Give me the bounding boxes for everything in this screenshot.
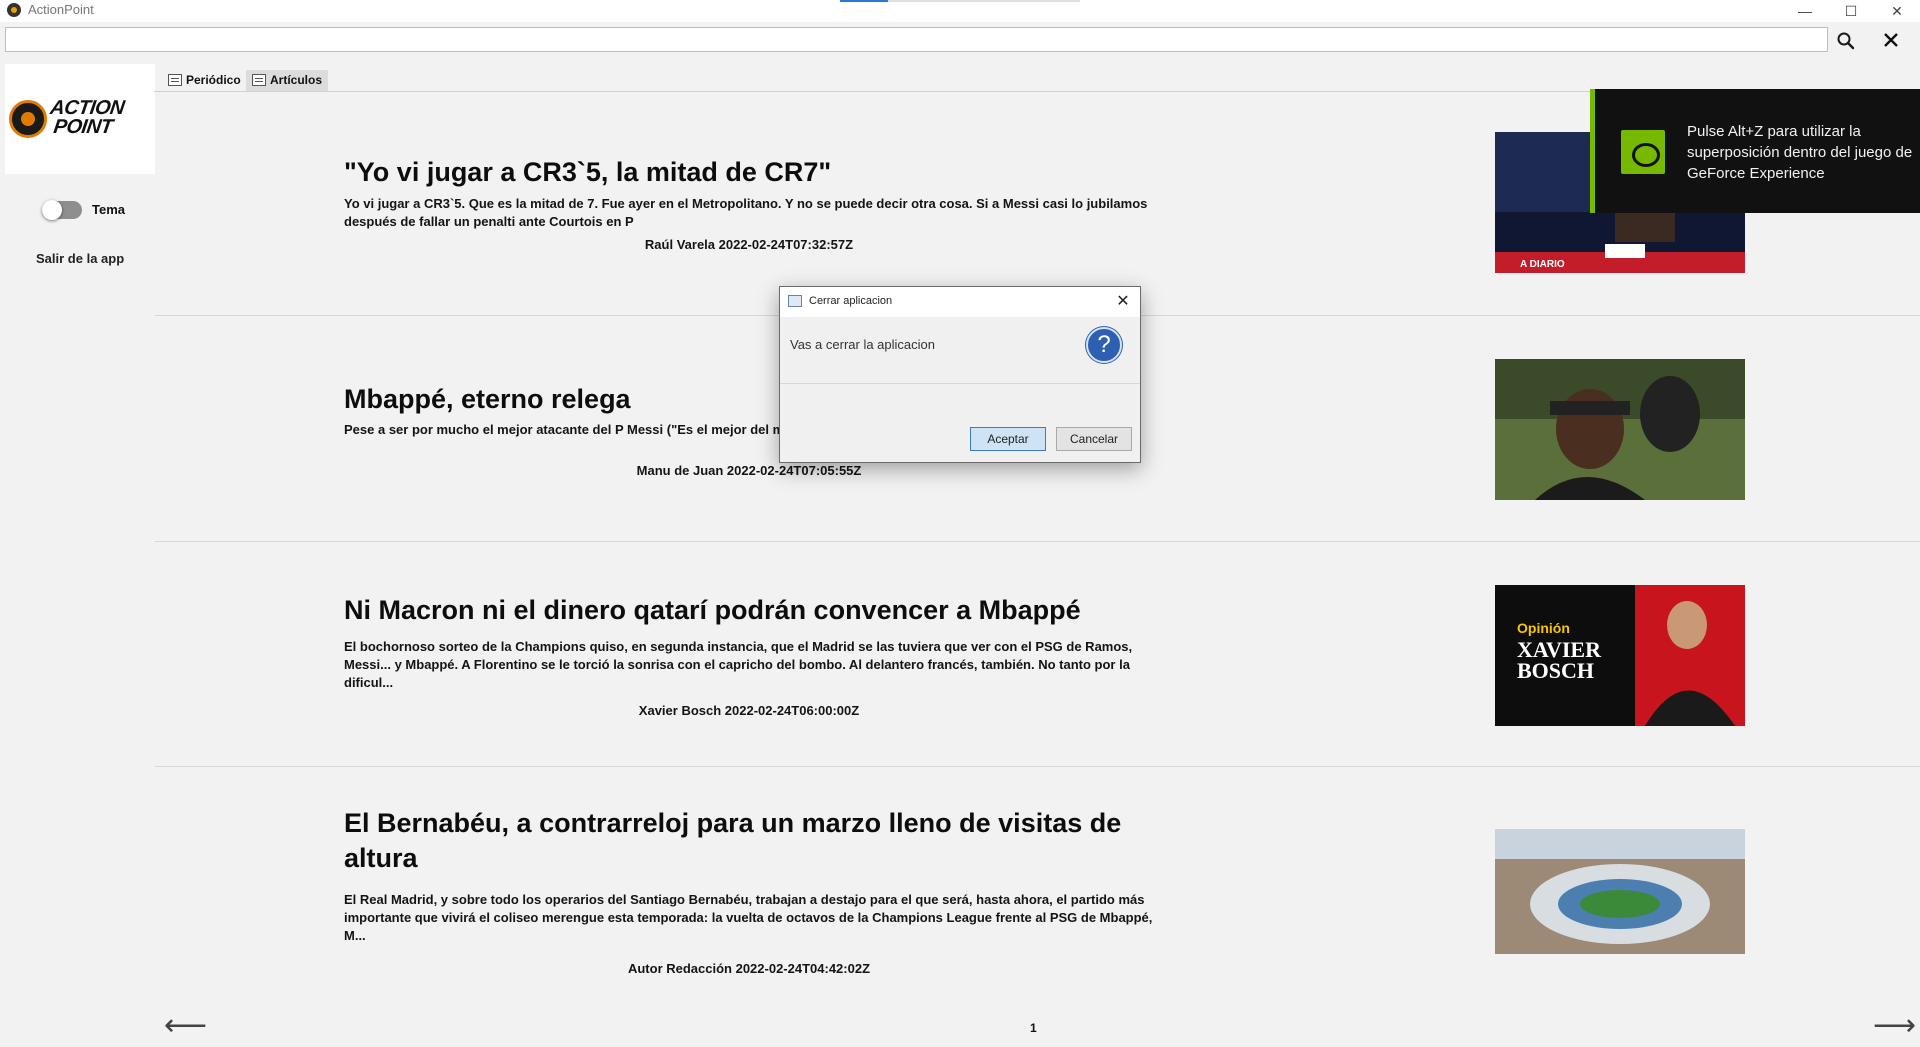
logo-text: ACTION POINT (46, 97, 126, 138)
exit-app-button[interactable]: Salir de la app (36, 251, 124, 266)
logo-ball-icon (9, 100, 47, 138)
prev-page-button[interactable]: ⟵ (164, 1011, 207, 1041)
article-divider (155, 766, 1920, 767)
dialog-titlebar: Cerrar aplicacion ✕ (780, 287, 1140, 317)
article-title[interactable]: El Bernabéu, a contrarreloj para un marz… (344, 806, 1124, 876)
logo-line2: POINT (52, 116, 114, 138)
article-meta: Manu de Juan 2022-02-24T07:05:55Z (636, 463, 862, 478)
article-title[interactable]: Ni Macron ni el dinero qatarí podrán con… (344, 593, 1124, 628)
article-summary: El Real Madrid, y sobre todo los operari… (344, 892, 1153, 943)
opinion-banner-image: Opinión XAVIER BOSCH (1495, 585, 1745, 726)
maximize-button[interactable]: ☐ (1828, 0, 1874, 22)
stadium-aerial-image (1495, 829, 1745, 954)
dialog-message: Vas a cerrar la aplicacion (790, 337, 935, 352)
theme-toggle[interactable] (42, 200, 82, 220)
search-icon (1837, 32, 1855, 50)
next-page-button[interactable]: ⟶ (1873, 1011, 1916, 1041)
article-title[interactable]: "Yo vi jugar a CR3`5, la mitad de CR7" (344, 155, 1124, 190)
article-summary: El bochornoso sorteo de la Champions qui… (344, 639, 1133, 690)
article-thumbnail[interactable] (1495, 359, 1745, 500)
accept-button[interactable]: Aceptar (970, 427, 1046, 451)
article-icon (252, 74, 266, 86)
cancel-button[interactable]: Cancelar (1056, 427, 1132, 451)
app-logo: ACTION POINT (5, 64, 155, 174)
dialog-separator (780, 383, 1140, 384)
theme-label: Tema (92, 202, 125, 217)
minimize-button[interactable]: — (1782, 0, 1828, 22)
article-meta: Raúl Varela 2022-02-24T07:32:57Z (644, 237, 854, 252)
article-thumbnail[interactable] (1495, 829, 1745, 954)
dialog-close-button[interactable]: ✕ (1112, 291, 1134, 313)
article-meta: Autor Redacción 2022-02-24T04:42:02Z (627, 961, 871, 976)
article-summary: Yo vi jugar a CR3`5. Que es la mitad de … (344, 196, 1148, 229)
window-icon (788, 295, 802, 307)
window-title: ActionPoint (28, 2, 94, 17)
tab-label: Artículos (270, 73, 323, 87)
window-close-button[interactable]: ✕ (1874, 0, 1920, 22)
player-photo-image (1495, 359, 1745, 500)
search-button[interactable] (1836, 31, 1856, 51)
clear-search-button[interactable] (1880, 29, 1902, 51)
thumb-opinion-label: Opinión (1517, 620, 1570, 636)
nvidia-icon (1621, 130, 1665, 174)
thumb-name-2: BOSCH (1517, 658, 1594, 683)
tab-articulos[interactable]: Artículos (246, 70, 329, 91)
geforce-notification[interactable]: Pulse Alt+Z para utilizar la superposici… (1590, 89, 1920, 213)
page-number: 1 (1030, 1021, 1037, 1035)
window-titlebar: ActionPoint — ☐ ✕ (0, 0, 1920, 22)
loading-bar (840, 0, 1080, 2)
tab-label: Periódico (186, 73, 241, 87)
article-meta: Xavier Bosch 2022-02-24T06:00:00Z (638, 703, 860, 718)
thumb-caption: A DIARIO (1520, 259, 1565, 270)
notification-text: Pulse Alt+Z para utilizar la superposici… (1687, 123, 1913, 182)
article-divider (155, 541, 1920, 542)
close-icon (1884, 33, 1898, 47)
close-app-dialog: Cerrar aplicacion ✕ Vas a cerrar la apli… (779, 286, 1141, 463)
newspaper-icon (168, 74, 182, 86)
dialog-body: Vas a cerrar la aplicacion ? (780, 317, 1140, 370)
search-input[interactable] (5, 27, 1828, 52)
app-logo-icon (7, 3, 21, 17)
question-icon: ? (1086, 327, 1122, 363)
tab-periodico[interactable]: Periódico (162, 70, 247, 91)
dialog-title: Cerrar aplicacion (809, 295, 893, 307)
article-thumbnail[interactable]: Opinión XAVIER BOSCH (1495, 585, 1745, 726)
